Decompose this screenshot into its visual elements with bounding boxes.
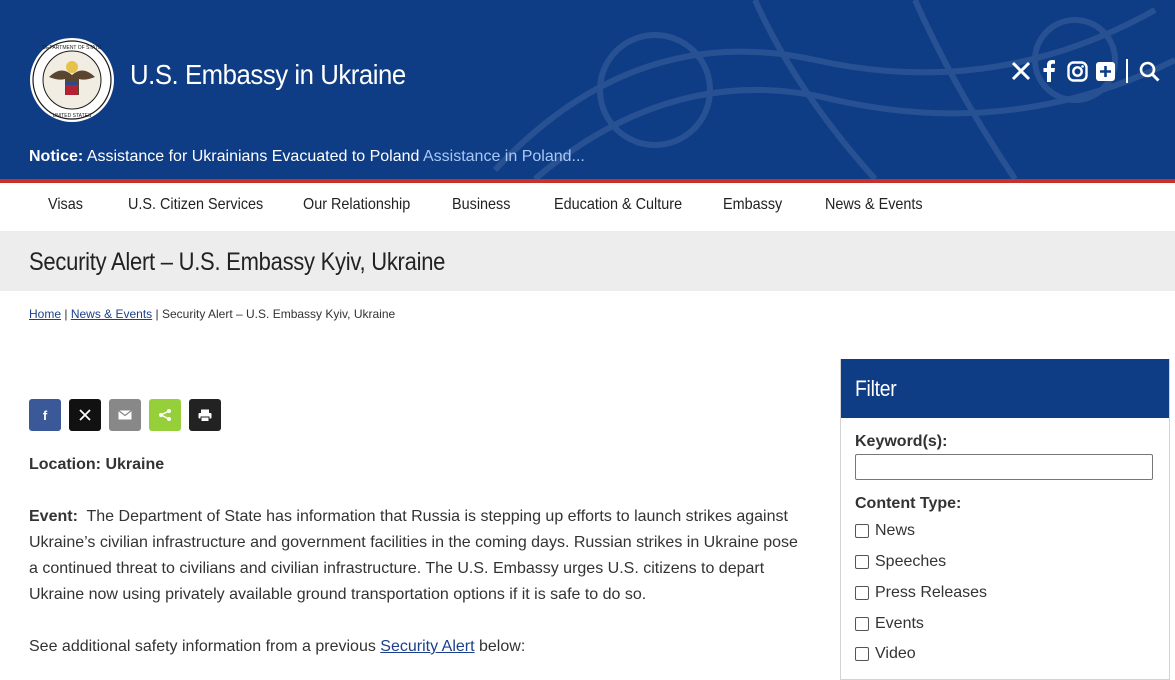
svg-text:UNITED STATES: UNITED STATES (53, 113, 92, 119)
social-links (1010, 58, 1160, 84)
nav-item-news-events[interactable]: News & Events (825, 196, 923, 214)
notice-link[interactable]: Assistance in Poland... (423, 148, 585, 165)
additional-info-paragraph: See additional safety information from a… (29, 634, 799, 660)
event-text: The Department of State has information … (29, 508, 803, 603)
article-body: Location: Ukraine Event: The Department … (29, 452, 799, 660)
breadcrumb-current: Security Alert – U.S. Embassy Kyiv, Ukra… (161, 307, 396, 321)
site-title[interactable]: U.S. Embassy in Ukraine (130, 59, 406, 91)
facebook-icon[interactable] (1038, 60, 1060, 82)
location-value: Ukraine (101, 456, 165, 473)
filter-panel: Filter Keyword(s): Content Type: News Sp… (840, 359, 1170, 680)
share-print-button[interactable] (189, 399, 221, 431)
share-sharethis-button[interactable] (149, 399, 181, 431)
filter-option-label: News (875, 522, 916, 539)
facebook-icon: f (42, 407, 48, 423)
print-icon (198, 409, 212, 422)
page-title: Security Alert – U.S. Embassy Kyiv, Ukra… (29, 248, 446, 276)
filter-option-label: Press Releases (875, 584, 988, 601)
x-icon (79, 409, 91, 421)
event-paragraph: Event: The Department of State has infor… (29, 504, 799, 608)
filter-option-label: Speeches (875, 553, 947, 570)
email-icon (118, 410, 132, 420)
share-buttons: f (29, 399, 221, 431)
social-divider (1126, 59, 1128, 83)
additional-suffix: below: (474, 638, 526, 655)
keyword-label: Keyword(s): (855, 433, 948, 450)
filter-header: Filter (841, 359, 1169, 418)
share-x-button[interactable] (69, 399, 101, 431)
press-releases-checkbox[interactable] (855, 586, 869, 600)
notice-banner: Notice: Assistance for Ukrainians Evacua… (29, 148, 585, 166)
nav-item-business[interactable]: Business (452, 196, 510, 214)
nav-item-citizen-services[interactable]: U.S. Citizen Services (128, 196, 263, 214)
instagram-icon[interactable] (1066, 60, 1088, 82)
breadcrumb: Home | News & Events | Security Alert – … (29, 307, 395, 321)
breadcrumb-home[interactable]: Home (29, 307, 61, 321)
news-checkbox[interactable] (855, 524, 869, 538)
title-band: Security Alert – U.S. Embassy Kyiv, Ukra… (0, 231, 1175, 291)
nav-item-visas[interactable]: Visas (48, 196, 83, 214)
location-label: Location: (29, 456, 101, 473)
filter-option-label: Events (875, 615, 924, 632)
event-label: Event: (29, 508, 78, 525)
keyword-input[interactable] (855, 454, 1153, 480)
filter-option-events[interactable]: Events (855, 615, 924, 633)
main-nav: Visas U.S. Citizen Services Our Relation… (0, 183, 1175, 231)
site-header: DEPARTMENT OF STATE UNITED STATES U.S. E… (0, 0, 1175, 179)
filter-option-news[interactable]: News (855, 522, 915, 540)
breadcrumb-news-events[interactable]: News & Events (71, 307, 152, 321)
nav-item-embassy[interactable]: Embassy (723, 196, 782, 214)
nav-item-our-relationship[interactable]: Our Relationship (303, 196, 410, 214)
breadcrumb-separator: | (152, 307, 162, 321)
additional-prefix: See additional safety information from a… (29, 638, 381, 655)
speeches-checkbox[interactable] (855, 555, 869, 569)
filter-option-speeches[interactable]: Speeches (855, 553, 946, 571)
events-checkbox[interactable] (855, 617, 869, 631)
breadcrumb-separator: | (61, 307, 71, 321)
x-twitter-icon[interactable] (1010, 60, 1032, 82)
share-email-button[interactable] (109, 399, 141, 431)
notice-label: Notice: (29, 148, 84, 165)
share-icon (159, 409, 171, 421)
share-facebook-button[interactable]: f (29, 399, 61, 431)
filter-option-press-releases[interactable]: Press Releases (855, 584, 987, 602)
filter-title: Filter (855, 376, 897, 401)
svg-text:DEPARTMENT OF STATE: DEPARTMENT OF STATE (43, 45, 103, 51)
filter-option-video[interactable]: Video (855, 645, 916, 663)
content-type-label: Content Type: (855, 495, 962, 512)
search-icon[interactable] (1138, 60, 1160, 82)
filter-option-label: Video (875, 645, 916, 662)
notice-text: Assistance for Ukrainians Evacuated to P… (83, 148, 423, 165)
location-line: Location: Ukraine (29, 452, 799, 478)
nav-item-education-culture[interactable]: Education & Culture (554, 196, 682, 214)
flickr-plus-icon[interactable] (1094, 60, 1116, 82)
department-of-state-seal: DEPARTMENT OF STATE UNITED STATES (30, 38, 114, 122)
security-alert-link[interactable]: Security Alert (380, 638, 474, 655)
video-checkbox[interactable] (855, 647, 869, 661)
